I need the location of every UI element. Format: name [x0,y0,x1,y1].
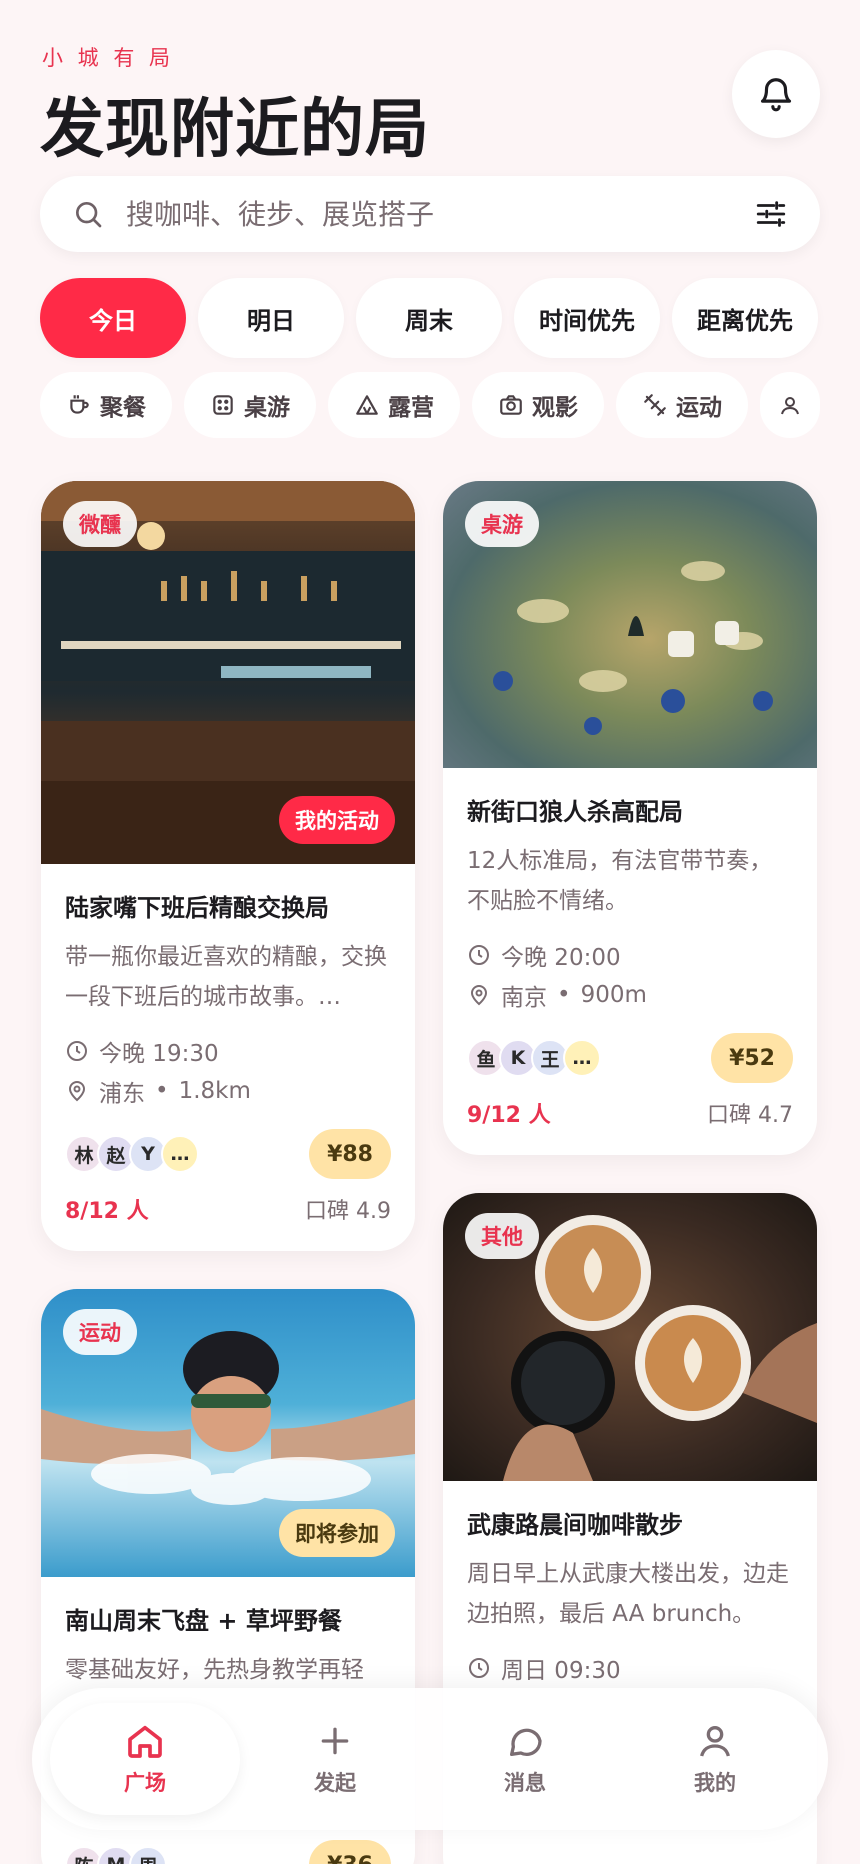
category-camping[interactable]: 露营 [328,372,460,438]
location-pin-icon [470,985,488,1006]
location-text: 浦东 [99,1081,145,1107]
rating-text: 口碑 4.7 [707,1103,793,1128]
home-icon [128,1725,162,1758]
card-title: 陆家嘴下班后精酿交换局 [65,894,329,922]
user-icon [700,1726,730,1757]
location-person-icon [781,397,799,415]
card-title: 南山周末飞盘 + 草坪野餐 [65,1607,342,1635]
search-icon [76,202,102,228]
tent-icon [356,395,378,415]
avatar-more: … [161,1135,199,1173]
category-boardgame[interactable]: 桌游 [184,372,316,438]
category-tag: 桌游 [465,501,539,547]
my-activity-badge: 我的活动 [279,796,395,844]
tab-label: 发起 [314,1771,356,1795]
card-description: 12人标准局，有法官带节奏，不贴脸不情绪。 [467,848,773,914]
category-tag: 运动 [63,1309,137,1355]
notification-button[interactable] [732,50,820,138]
distance-text: 900m [580,982,647,1008]
bar-photo: 微醺 我的活动 [41,481,415,864]
category-sports[interactable]: 运动 [616,372,748,438]
time-row: 今晚 19:30 [65,1031,391,1071]
search-input[interactable] [126,197,754,231]
participant-avatars: 鱼 K 王 … [467,1039,601,1077]
participant-count: 8/12 人 [65,1199,149,1224]
tab-label: 消息 [504,1771,546,1795]
chip-today[interactable]: 今日 [40,278,186,358]
clock-icon [67,1041,87,1061]
price-badge: ¥88 [309,1129,391,1179]
category-dining[interactable]: 聚餐 [40,372,172,438]
tab-mine[interactable]: 我的 [620,1703,810,1815]
participant-avatars: 林 赵 Y … [65,1135,199,1173]
location-text: 南京 [501,985,547,1011]
bell-icon [760,78,792,112]
avatar-more: … [563,1039,601,1077]
chip-tomorrow[interactable]: 明日 [198,278,344,358]
brand-label: 小 城 有 局 [42,46,175,70]
card-title: 武康路晨间咖啡散步 [467,1511,683,1539]
time-text: 周日 09:30 [501,1658,621,1684]
distance-text: 1.8km [178,1078,251,1104]
upcoming-badge: 即将参加 [279,1509,395,1557]
clock-icon [469,945,489,965]
chat-bubble-icon [510,1728,542,1757]
card-description: 零基础友好，先热身教学再轻 [65,1657,364,1683]
avatar: 周 [129,1846,167,1864]
chip-time-first[interactable]: 时间优先 [514,278,660,358]
tab-plaza[interactable]: 广场 [50,1703,240,1815]
location-row: 浦东 • 1.8km [65,1071,391,1111]
time-row: 今晚 20:00 [467,935,793,975]
chip-weekend[interactable]: 周末 [356,278,502,358]
participant-count: 9/12 人 [467,1103,551,1128]
bottom-tab-bar: 广场 发起 消息 我的 [32,1688,828,1830]
boardgame-photo: 桌游 [443,481,817,768]
participant-avatars: 陈 M 周 [65,1846,167,1864]
swimming-photo: 运动 即将参加 [41,1289,415,1577]
tab-create[interactable]: 发起 [240,1703,430,1815]
separator-dot: • [155,1078,169,1104]
category-label: 露营 [388,395,434,421]
category-tag: 微醺 [63,501,137,547]
category-label: 桌游 [244,395,290,421]
separator-dot: • [557,982,571,1008]
coffee-photo: 其他 [443,1193,817,1481]
cup-icon [70,395,89,414]
tab-label: 广场 [124,1771,166,1795]
location-row: 南京 • 900m [467,975,793,1015]
price-badge: ¥52 [711,1033,793,1083]
category-label: 观影 [532,395,578,421]
filter-icon[interactable] [754,197,788,231]
tab-messages[interactable]: 消息 [430,1703,620,1815]
chip-distance-first[interactable]: 距离优先 [672,278,818,358]
category-label: 聚餐 [100,395,146,421]
search-bar[interactable] [40,176,820,252]
category-label: 运动 [676,395,722,421]
card-title: 新街口狼人杀高配局 [467,798,683,826]
card-description: 带一瓶你最近喜欢的精酿，交换一段下班后的城市故事。… [65,944,387,1010]
activity-card[interactable]: 微醺 我的活动 陆家嘴下班后精酿交换局 带一瓶你最近喜欢的精酿，交换一段下班后的… [41,481,415,1251]
dice-icon [213,395,233,415]
plus-icon [321,1727,349,1755]
category-more[interactable] [760,372,820,438]
time-text: 今晚 20:00 [501,945,621,971]
tab-label: 我的 [694,1771,736,1795]
time-text: 今晚 19:30 [99,1041,219,1067]
category-movie[interactable]: 观影 [472,372,604,438]
page-title: 发现附近的局 [40,93,430,167]
dumbbell-icon [644,394,666,416]
price-badge: ¥36 [309,1840,391,1864]
category-tag: 其他 [465,1213,539,1259]
time-row: 周日 09:30 [467,1648,793,1688]
camera-icon [500,395,522,415]
location-pin-icon [68,1081,86,1102]
clock-icon [469,1658,489,1678]
activity-card[interactable]: 桌游 新街口狼人杀高配局 12人标准局，有法官带节奏，不贴脸不情绪。 今晚 20… [443,481,817,1155]
card-description: 周日早上从武康大楼出发，边走边拍照，最后 AA brunch。 [467,1561,789,1627]
rating-text: 口碑 4.9 [305,1199,391,1224]
